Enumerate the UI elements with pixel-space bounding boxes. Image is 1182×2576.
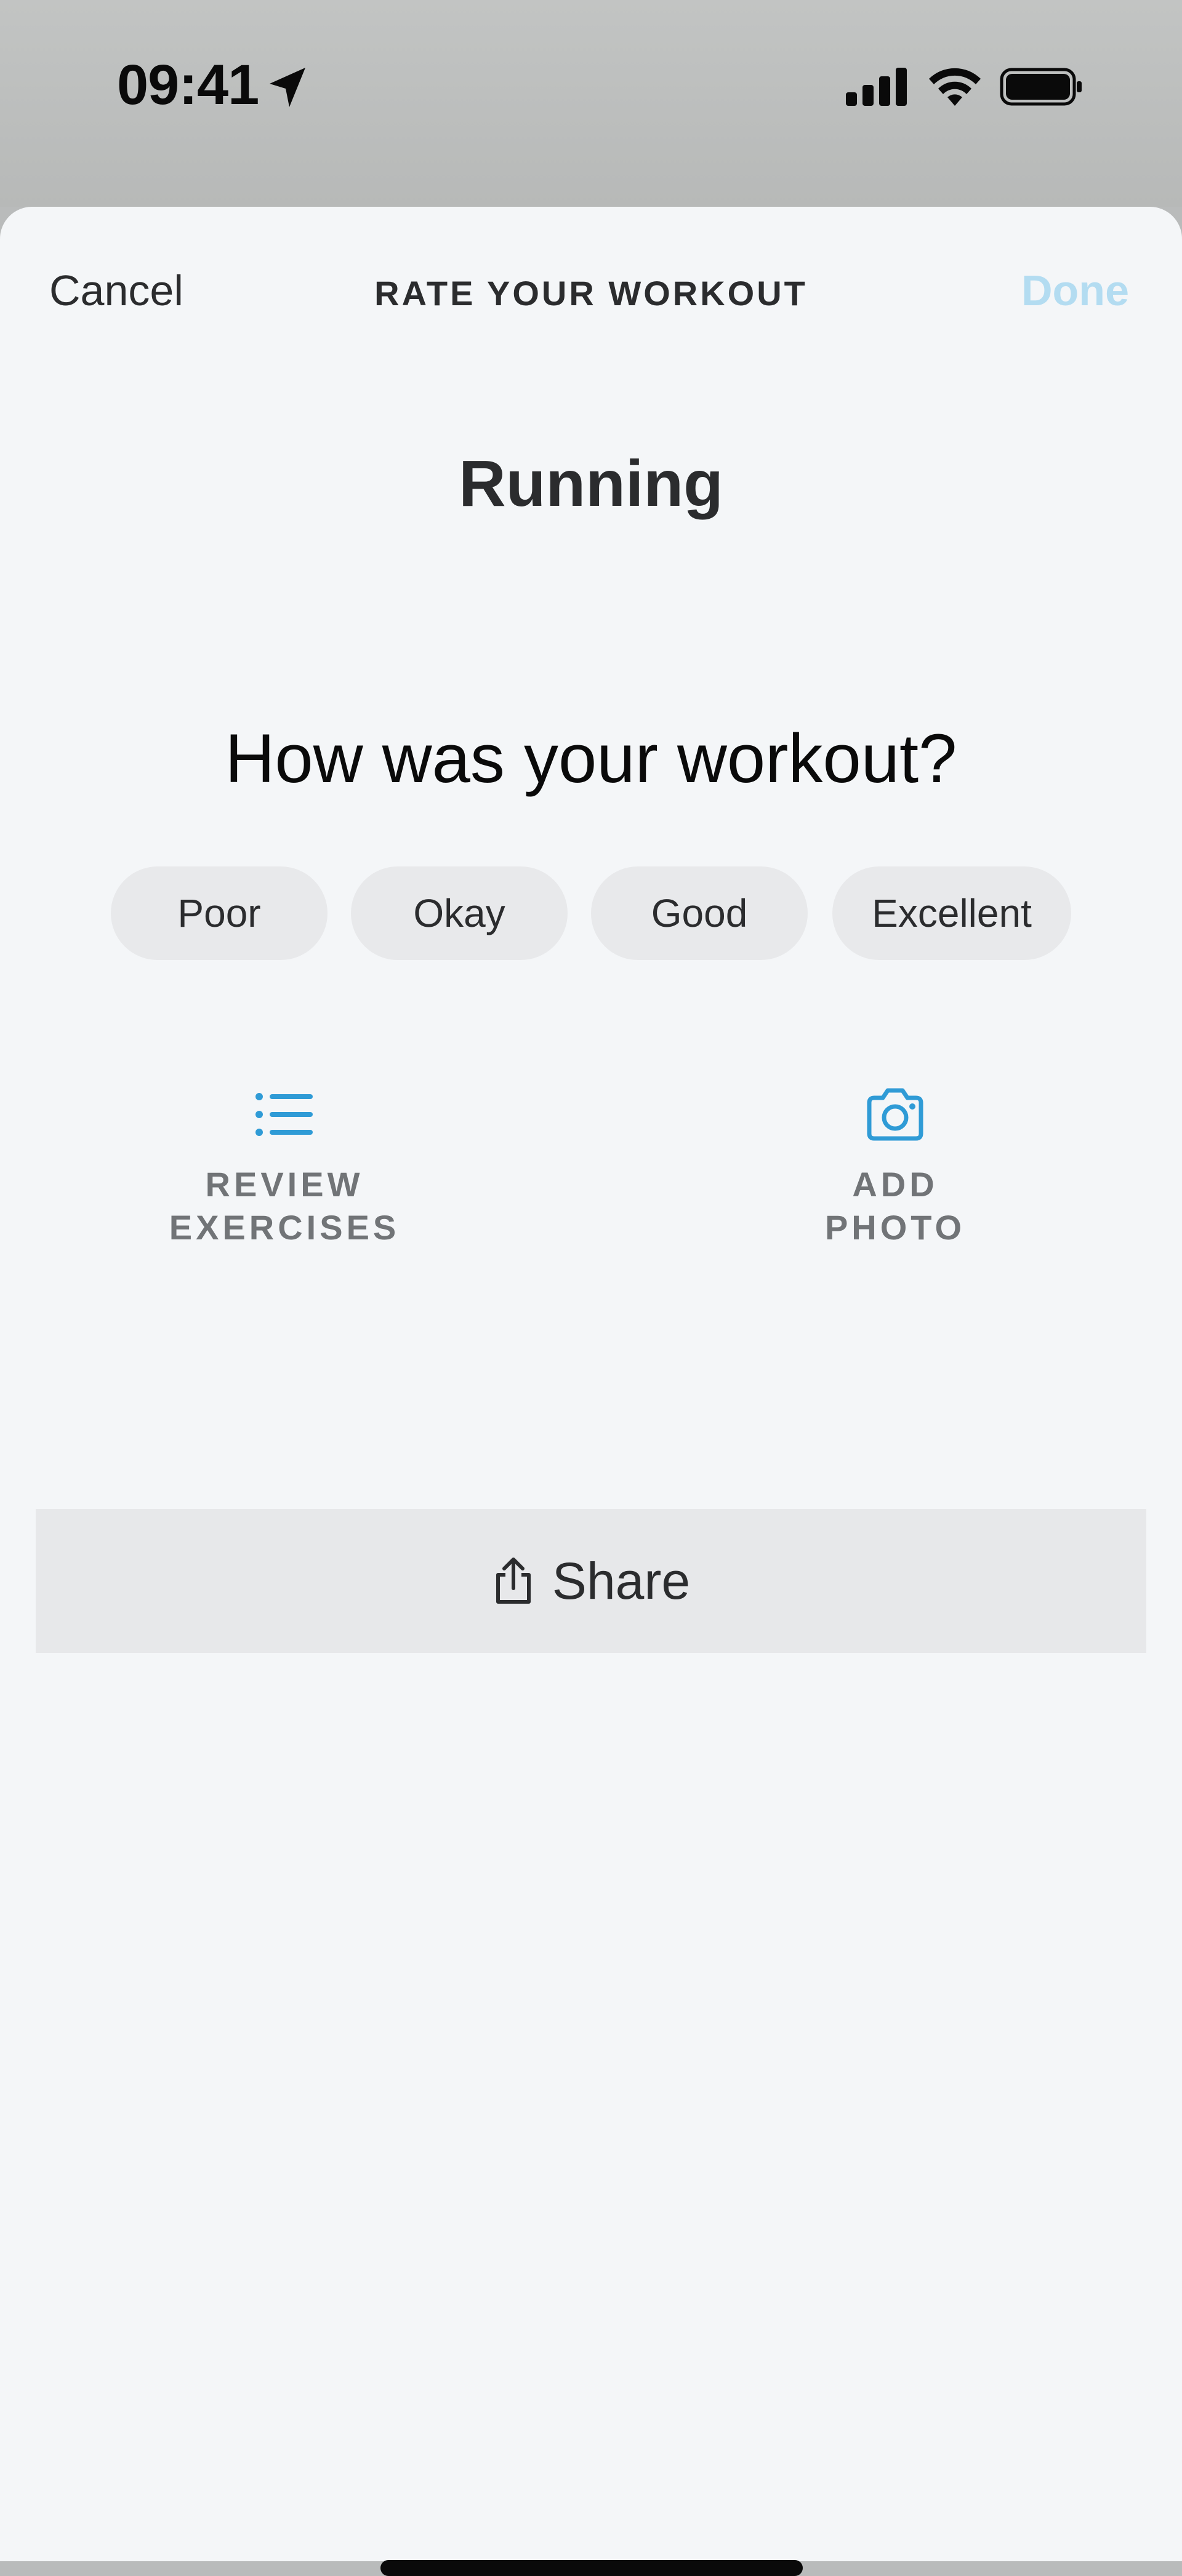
cellular-signal-icon (846, 68, 907, 106)
rating-option-okay[interactable]: Okay (351, 866, 568, 960)
wifi-icon (929, 68, 981, 106)
add-photo-button[interactable]: ADD PHOTO (741, 1087, 1049, 1249)
home-indicator (380, 2560, 803, 2576)
status-bar: 09:41 (0, 0, 1182, 207)
share-button[interactable]: Share (36, 1509, 1146, 1653)
add-photo-label: ADD PHOTO (824, 1165, 966, 1247)
rating-option-poor[interactable]: Poor (111, 866, 328, 960)
rating-option-excellent[interactable]: Excellent (832, 866, 1071, 960)
review-exercises-button[interactable]: REVIEW EXERCISES (131, 1087, 438, 1249)
workout-name: Running (459, 447, 723, 520)
rate-workout-sheet: Cancel RATE YOUR WORKOUT Done Running Ho… (0, 207, 1182, 2576)
status-time: 09:41 (117, 54, 259, 116)
review-exercises-label: REVIEW EXERCISES (169, 1165, 400, 1247)
list-icon (255, 1093, 313, 1136)
location-arrow-icon (270, 68, 305, 107)
battery-icon (1000, 68, 1082, 106)
sheet-title: RATE YOUR WORKOUT (374, 274, 808, 313)
rating-option-good[interactable]: Good (591, 866, 808, 960)
camera-icon (867, 1088, 923, 1141)
rating-question: How was your workout? (225, 720, 957, 797)
done-button[interactable]: Done (1021, 266, 1129, 315)
share-icon (496, 1558, 531, 1604)
share-label: Share (552, 1551, 691, 1610)
